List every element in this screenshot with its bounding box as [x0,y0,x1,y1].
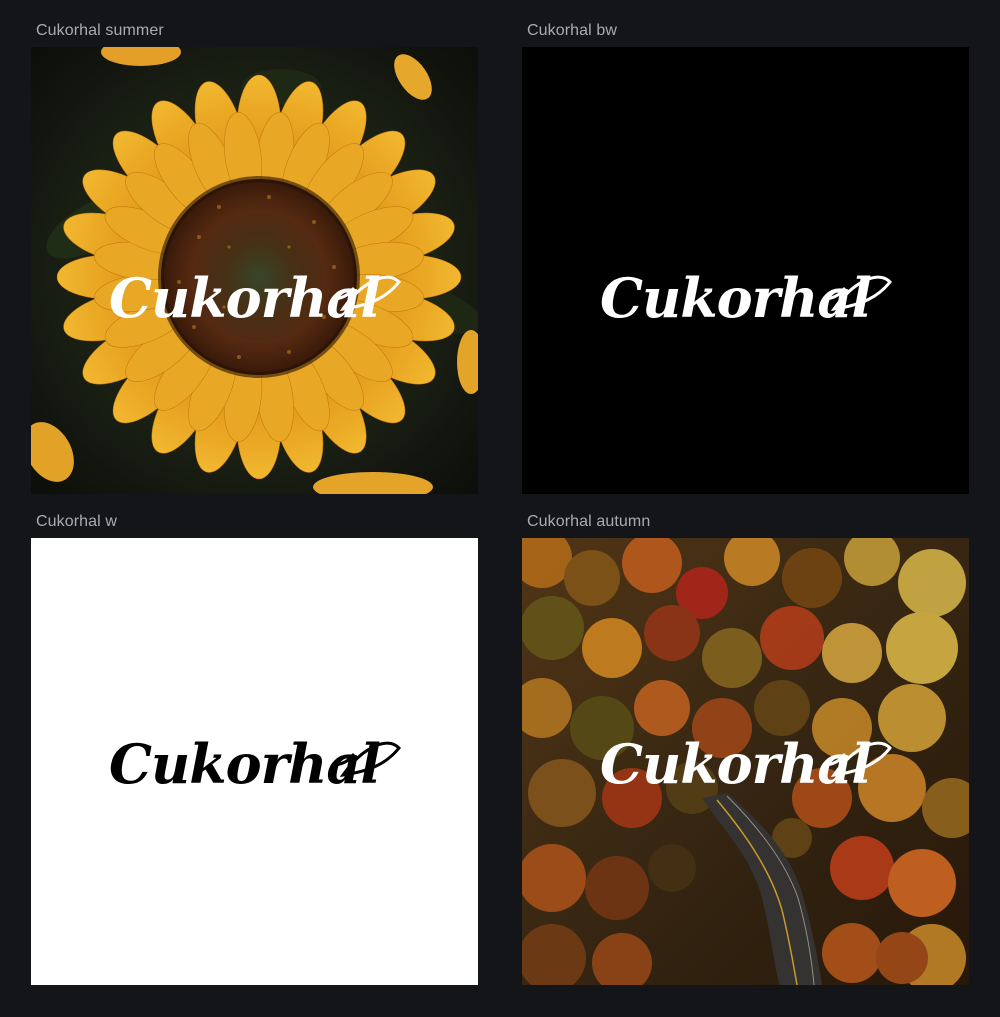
logo-text: Cukorhal [600,266,871,330]
artboard-bw[interactable]: Cukorhal bw Cukorhal [522,18,969,494]
autumn-forest-road-photo [522,538,969,985]
sunflower-photo [31,47,478,494]
artboard-w[interactable]: Cukorhal w Cukorhal [31,509,478,985]
artboard-canvas[interactable]: Cukorhal [31,538,478,985]
fish-icon [822,275,892,311]
artboard-label[interactable]: Cukorhal summer [31,18,478,47]
artboard-label[interactable]: Cukorhal autumn [522,509,969,538]
artboard-canvas[interactable]: Cukorhal [522,538,969,985]
artboard-canvas[interactable]: Cukorhal [522,47,969,494]
artboard-canvas[interactable]: Cukorhal [31,47,478,494]
artboard-summer[interactable]: Cukorhal summer Cukorhal [31,18,478,494]
logo-text: Cukorhal [109,732,380,796]
logo: Cukorhal [109,732,401,796]
artboard-autumn[interactable]: Cukorhal autumn Cukorhal [522,509,969,985]
logo: Cukorhal [600,266,892,330]
artboard-label[interactable]: Cukorhal w [31,509,478,538]
fish-icon [331,741,401,777]
artboard-label[interactable]: Cukorhal bw [522,18,969,47]
